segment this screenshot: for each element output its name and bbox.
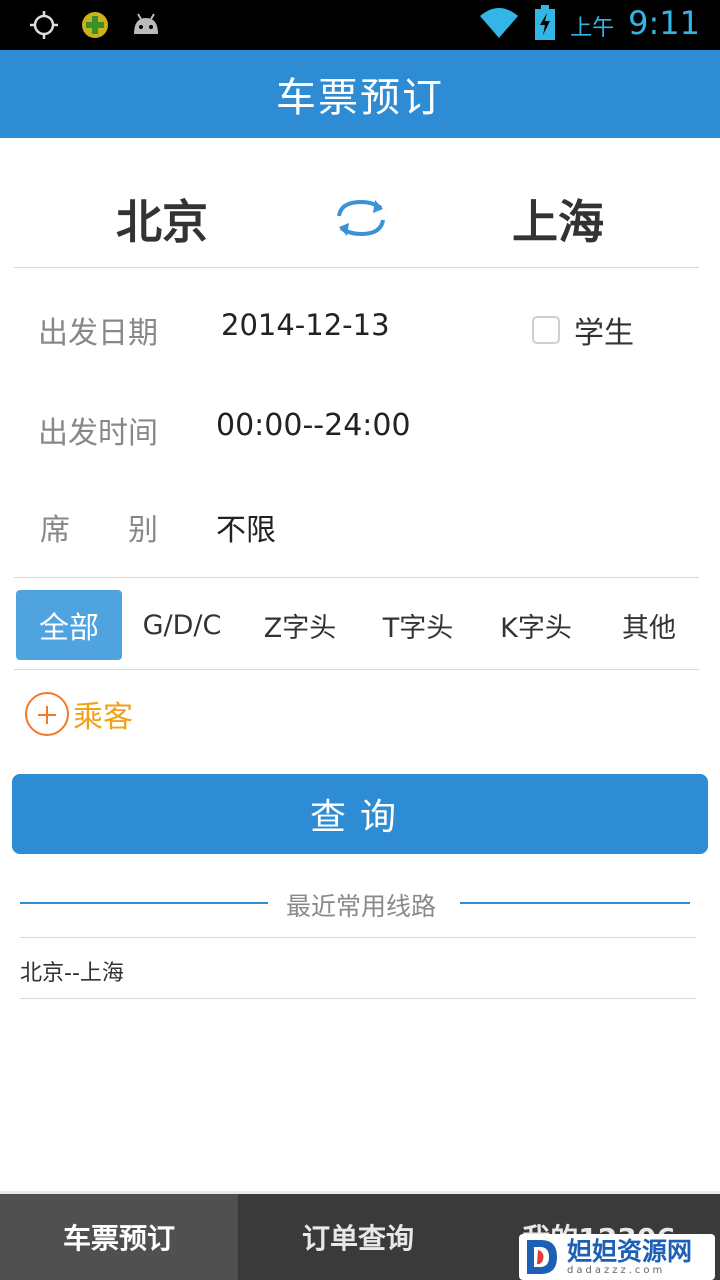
time-value[interactable]: 00:00--24:00 (216, 408, 411, 443)
gps-icon (30, 11, 58, 39)
seat-value[interactable]: 不限 (216, 505, 276, 549)
query-button-label: 查询 (309, 797, 410, 838)
status-ampm: 上午 (570, 16, 615, 41)
divider (20, 937, 696, 938)
tab-k[interactable]: K字头 (486, 590, 586, 660)
recent-route-item[interactable]: 北京--上海 (20, 955, 124, 987)
nav-label: 订单查询 (301, 1222, 414, 1255)
status-bar: 上午 9:11 (0, 0, 720, 50)
to-station[interactable]: 上海 (512, 186, 604, 252)
passenger-label: 乘客 (73, 700, 133, 735)
plus-circle-icon (25, 692, 69, 736)
seat-label-part2: 别 (128, 513, 158, 548)
nav-label: 车票预订 (62, 1222, 175, 1255)
tab-label: G/D/C (142, 609, 222, 641)
watermark-main: 妲妲资源网 (567, 1236, 693, 1266)
tab-label: Z字头 (263, 612, 337, 644)
watermark-sub: dadazzz.com (567, 1264, 666, 1276)
student-label: 学生 (574, 316, 634, 351)
tab-t[interactable]: T字头 (368, 590, 468, 660)
student-option[interactable]: 学生 (532, 308, 634, 352)
student-checkbox[interactable] (532, 316, 560, 344)
recent-routes-title: 最近常用线路 (286, 892, 437, 921)
watermark: 妲妲资源网 dadazzz.com (519, 1234, 715, 1280)
battery-charging-icon (535, 5, 556, 40)
page-title: 车票预订 (276, 75, 444, 121)
tab-label: 全部 (39, 611, 99, 646)
divider (14, 267, 699, 268)
from-station[interactable]: 北京 (116, 186, 208, 252)
tab-other[interactable]: 其他 (604, 590, 694, 660)
wifi-icon (480, 8, 519, 38)
tab-label: T字头 (382, 612, 454, 644)
divider (20, 998, 696, 999)
time-label: 出发时间 (38, 416, 158, 451)
add-notification-icon (82, 12, 108, 38)
tab-label: 其他 (622, 612, 676, 644)
app-root: 上午 9:11 车票预订 北京 上海 出发日期 2014-12-13 学生 出发… (0, 0, 720, 1280)
status-right: 上午 9:11 (478, 4, 700, 42)
watermark-text: 妲妲资源网 dadazzz.com (567, 1239, 692, 1276)
tab-gdc[interactable]: G/D/C (132, 590, 232, 660)
seat-label-part1: 席 (40, 513, 70, 548)
nav-ticket-booking[interactable]: 车票预订 (0, 1194, 238, 1280)
query-button[interactable]: 查询 (12, 774, 708, 854)
route-selector: 北京 上海 (0, 138, 720, 268)
status-time: 9:11 (628, 4, 700, 42)
status-left-icons (28, 9, 162, 41)
swap-stations-icon[interactable] (331, 194, 391, 242)
recent-divider-right (460, 902, 690, 904)
recent-divider-left (20, 902, 268, 904)
android-icon (134, 13, 158, 34)
watermark-logo-icon (527, 1240, 557, 1274)
title-bar: 车票预订 (0, 50, 720, 138)
divider (14, 669, 699, 670)
tab-z[interactable]: Z字头 (250, 590, 350, 660)
add-passenger-button[interactable]: 乘客 (25, 692, 133, 736)
date-label: 出发日期 (38, 316, 158, 351)
nav-order-query[interactable]: 订单查询 (238, 1194, 478, 1280)
tab-all[interactable]: 全部 (16, 590, 122, 660)
date-value[interactable]: 2014-12-13 (221, 308, 390, 342)
divider (14, 577, 699, 578)
train-type-tabs: 全部 G/D/C Z字头 T字头 K字头 其他 (14, 590, 704, 660)
tab-label: K字头 (500, 612, 572, 644)
